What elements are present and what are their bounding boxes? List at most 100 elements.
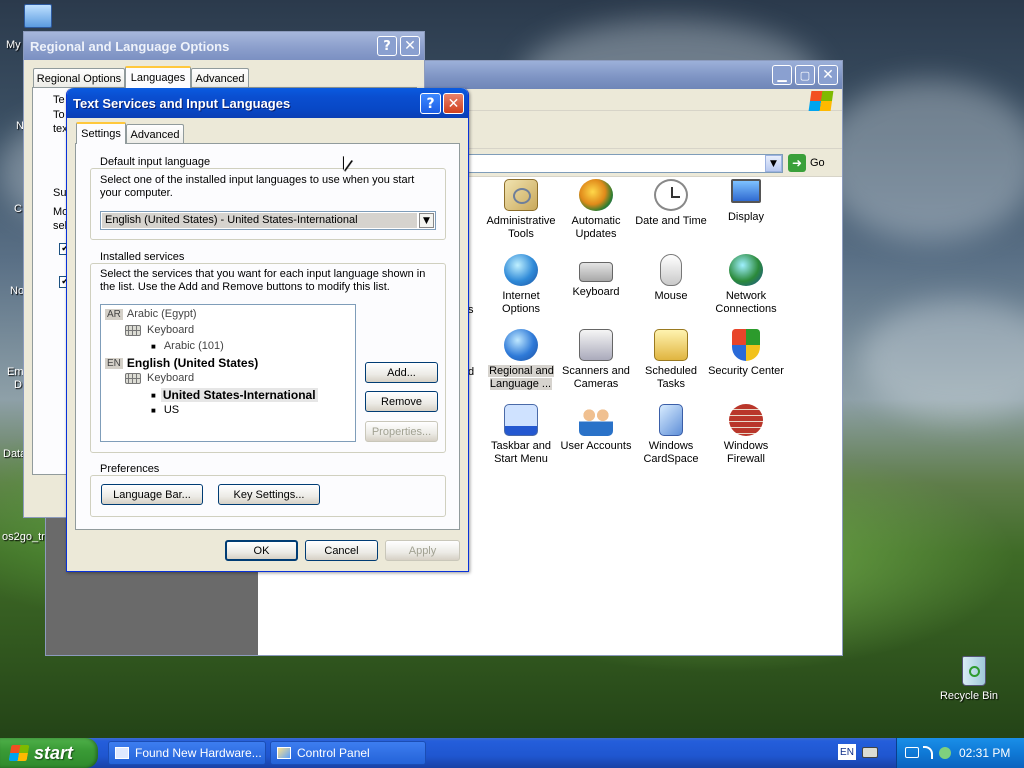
go-button[interactable]: ➜ Go [788,154,825,172]
cp-item-network-connections[interactable]: Network Connections [707,254,785,316]
cp-item-label: Keyboard [572,286,620,298]
scanners-cameras-icon [579,329,613,361]
cp-item-label: Windows Firewall [723,440,769,465]
bullet-icon: ■ [151,390,156,400]
close-button[interactable]: ✕ [400,36,420,56]
tab-advanced[interactable]: Advanced [191,68,249,88]
taskbar-start-icon [504,404,538,436]
computer-icon [24,4,52,28]
tree-layout-ar[interactable]: ■ Arabic (101) [151,340,224,352]
network-connections-icon [729,254,763,286]
mouse-icon [660,254,682,286]
tree-language-en[interactable]: EN English (United States) [105,356,258,370]
select-value: English (United States) - United States-… [102,213,417,228]
tree-layout-en[interactable]: ■ US [151,404,179,416]
cp-item-administrative-tools[interactable]: Administrative Tools [482,179,560,241]
cp-item-scheduled-tasks[interactable]: Scheduled Tasks [632,329,710,391]
desktop-icon-label[interactable]: C [14,203,22,215]
cardspace-icon [659,404,683,436]
safely-remove-tray-icon[interactable] [939,747,951,759]
add-button[interactable]: Add... [365,362,438,383]
services-tree[interactable]: AR Arabic (Egypt) Keyboard ■ Arabic (101… [100,304,356,442]
tab-label: Settings [81,128,121,140]
wireless-tray-icon[interactable] [923,746,933,759]
taskbar-button-control-panel[interactable]: Control Panel [270,741,426,765]
cp-item-internet-options[interactable]: Internet Options [482,254,560,316]
desktop-icon-label[interactable]: os2go_tr [2,531,45,543]
automatic-updates-icon [579,179,613,211]
tab-label: Regional Options [36,72,122,85]
cp-item-automatic-updates[interactable]: Automatic Updates [557,179,635,241]
button-label: Remove [381,395,422,408]
button-label: Apply [408,544,437,557]
button-label: Add... [387,366,416,379]
tree-language-ar[interactable]: AR Arabic (Egypt) [105,308,197,320]
tab-regional-options[interactable]: Regional Options [33,68,125,88]
cp-item-keyboard[interactable]: Keyboard [557,254,635,299]
language-code-badge: EN [105,357,123,369]
regional-language-icon [504,329,538,361]
language-bar-button[interactable]: Language Bar... [101,484,203,505]
tab-settings[interactable]: Settings [76,122,126,144]
cp-item-windows-firewall[interactable]: Windows Firewall [707,404,785,466]
address-input[interactable] [466,154,783,173]
cp-item-regional-language[interactable]: Regional and Language ... [482,329,560,391]
text-services-dialog: Text Services and Input Languages ? ✕ Se… [66,88,469,572]
start-button[interactable]: start [0,738,98,768]
cp-item-windows-cardspace[interactable]: Windows CardSpace [632,404,710,466]
regional-titlebar[interactable]: Regional and Language Options [24,32,424,60]
ok-button[interactable]: OK [225,540,298,561]
language-code: EN [840,746,854,758]
cp-item-scanners-cameras[interactable]: Scanners and Cameras [557,329,635,391]
apply-button[interactable]: Apply [385,540,460,561]
button-label: OK [253,544,270,557]
cp-item-label: User Accounts [560,440,632,452]
cp-item-taskbar-start[interactable]: Taskbar and Start Menu [482,404,560,466]
tab-advanced[interactable]: Advanced [126,124,184,144]
date-time-icon [654,179,688,211]
keyboard-layout-icon[interactable] [862,747,878,758]
maximize-button[interactable]: ▢ [795,65,815,85]
dialog-titlebar[interactable]: Text Services and Input Languages [67,88,468,118]
network-tray-icon[interactable] [905,747,919,758]
key-settings-button[interactable]: Key Settings... [218,484,320,505]
close-button[interactable]: ✕ [443,93,464,114]
cp-item-label: Windows CardSpace [643,440,699,465]
default-language-select[interactable]: English (United States) - United States-… [100,211,436,230]
clock[interactable]: 02:31 PM [959,746,1010,760]
mouse-cursor-icon [344,156,352,174]
tree-keyboard-ar[interactable]: Keyboard [125,324,194,336]
recycle-bin-desktop-icon[interactable]: Recycle Bin [940,656,1002,702]
tree-keyboard-en[interactable]: Keyboard [125,372,194,384]
close-button[interactable]: ✕ [818,65,838,85]
desktop-icon-label[interactable]: No [10,285,24,297]
start-label: start [34,742,74,763]
cp-item-label: Internet Options [502,290,540,315]
language-indicator[interactable]: EN [838,744,856,760]
help-button[interactable]: ? [377,36,397,56]
cancel-button[interactable]: Cancel [305,540,378,561]
button-label: Key Settings... [233,488,305,501]
cp-item-mouse[interactable]: Mouse [632,254,710,303]
tree-layout-en-selected[interactable]: ■ United States-International [151,388,318,402]
minimize-button[interactable]: ▁ [772,65,792,85]
keyboard-icon [125,372,141,384]
cp-item-display[interactable]: Display [707,179,785,224]
cp-item-user-accounts[interactable]: User Accounts [557,404,635,453]
cp-item-date-time[interactable]: Date and Time [632,179,710,228]
properties-button[interactable]: Properties... [365,421,438,442]
cp-item-label: Security Center [708,365,784,377]
desktop-icon-label[interactable]: Em [7,366,24,378]
address-dropdown-button[interactable]: ▼ [765,155,782,172]
cp-item-security-center[interactable]: Security Center [707,329,785,378]
my-computer-desktop-icon[interactable]: My [4,4,52,51]
desktop-icon-label: My [6,39,21,51]
layout-name: US [163,404,180,416]
tab-label: Languages [130,72,186,84]
help-button[interactable]: ? [420,93,441,114]
remove-button[interactable]: Remove [365,391,438,412]
taskbar-button-found-new-hardware[interactable]: Found New Hardware... [108,741,266,765]
desktop-icon-label[interactable]: D [14,379,22,391]
tab-languages[interactable]: Languages [125,66,191,88]
service-name: Keyboard [147,372,195,384]
